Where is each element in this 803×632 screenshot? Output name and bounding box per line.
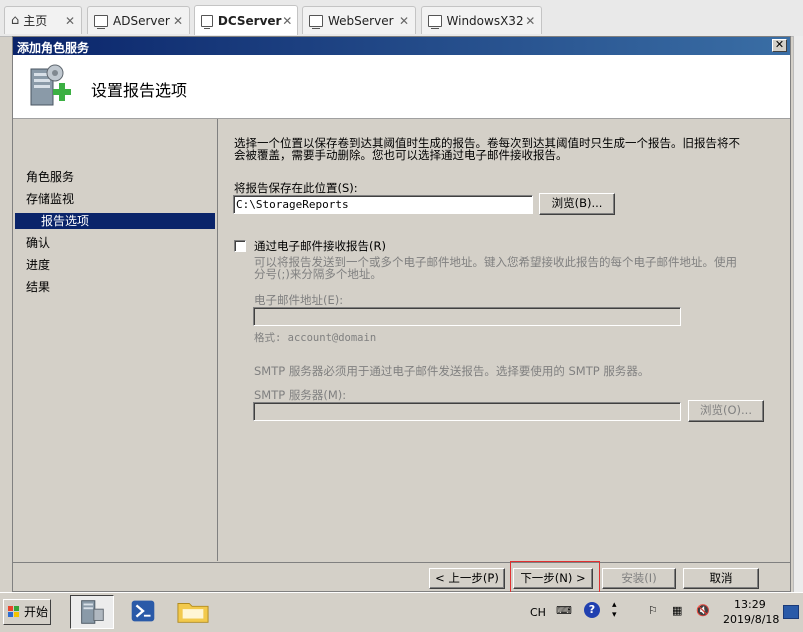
host-tab-dcserver[interactable]: DCServer ✕	[194, 5, 298, 35]
help-icon[interactable]: ?	[584, 602, 600, 618]
smtp-server-input[interactable]	[253, 402, 681, 421]
host-tab-windowsx32[interactable]: WindowsX32 ✕	[421, 6, 542, 34]
add-role-services-window: 添加角色服务 ✕ 设置报告选项 角色服务 存储监视 报告选项 确认 进度 结果 …	[12, 36, 791, 594]
start-button[interactable]: 开始	[3, 599, 51, 625]
nav-item-confirmation[interactable]: 确认	[26, 235, 50, 251]
email-address-input[interactable]	[253, 307, 681, 326]
network-icon[interactable]: ▦	[672, 604, 682, 617]
folder-icon	[177, 603, 209, 623]
wizard-content: 选择一个位置以保存卷到达其阈值时生成的报告。卷每次到达其阈值时只生成一个报告。旧…	[217, 119, 790, 561]
taskbar: 开始 CH ⌨ ? ▴ ▾ ⚐ ▦ 🔇 13:29 2019/8/18	[0, 592, 803, 632]
host-tab-webserver[interactable]: WebServer ✕	[302, 6, 416, 34]
taskbar-powershell[interactable]	[122, 595, 166, 629]
footer-divider	[13, 562, 790, 563]
host-tab-label: WindowsX32	[446, 13, 524, 28]
keyboard-icon[interactable]: ⌨	[556, 604, 572, 617]
powershell-icon	[131, 600, 155, 622]
start-label: 开始	[24, 605, 49, 619]
window-title-bar: 添加角色服务 ✕	[13, 37, 790, 55]
cancel-button[interactable]: 取消	[683, 568, 759, 589]
close-icon[interactable]: ✕	[524, 14, 537, 28]
clock-time: 13:29	[734, 598, 766, 611]
close-icon[interactable]: ✕	[281, 14, 293, 28]
vm-icon	[94, 14, 108, 29]
host-tab-label: 主页	[23, 14, 48, 28]
close-icon[interactable]: ✕	[63, 14, 77, 28]
host-tab-label: WebServer	[328, 13, 394, 28]
save-location-label: 将报告保存在此位置(S):	[234, 181, 358, 195]
nav-item-report-options[interactable]: 报告选项	[15, 213, 215, 229]
host-tab-home[interactable]: ⌂ 主页 ✕	[4, 6, 82, 34]
system-tray: CH ⌨ ? ▴ ▾ ⚐ ▦ 🔇 13:29 2019/8/18	[522, 596, 803, 629]
vm-icon	[201, 14, 213, 29]
ime-indicator[interactable]: CH	[530, 606, 546, 619]
save-location-input[interactable]: C:\StorageReports	[233, 195, 533, 214]
close-icon[interactable]: ✕	[171, 14, 185, 28]
show-desktop-icon[interactable]	[783, 605, 799, 619]
wizard-header: 设置报告选项	[13, 55, 790, 119]
window-title: 添加角色服务	[17, 41, 90, 55]
nav-item-storage-monitoring[interactable]: 存储监视	[26, 191, 74, 207]
host-tab-bar: ⌂ 主页 ✕ ADServer ✕ DCServer ✕ WebServer ✕…	[0, 0, 803, 37]
wizard-nav: 角色服务 存储监视 报告选项 确认 进度 结果	[13, 119, 215, 562]
description-text: 选择一个位置以保存卷到达其阈值时生成的报告。卷每次到达其阈值时只生成一个报告。旧…	[234, 136, 740, 162]
close-icon[interactable]: ✕	[397, 14, 411, 28]
smtp-help-text: SMTP 服务器必须用于通过电子邮件发送报告。选择要使用的 SMTP 服务器。	[254, 364, 650, 378]
nav-item-role-services[interactable]: 角色服务	[26, 169, 74, 185]
server-manager-icon	[81, 600, 104, 624]
flag-icon[interactable]: ⚐	[648, 604, 658, 617]
install-button[interactable]: 安装(I)	[602, 568, 676, 589]
email-help-text: 可以将报告发送到一个或多个电子邮件地址。键入您希望接收此报告的每个电子邮件地址。…	[254, 255, 737, 281]
smtp-browse-button[interactable]: 浏览(O)...	[688, 400, 764, 422]
vm-icon	[428, 14, 442, 29]
volume-muted-icon[interactable]: 🔇	[696, 604, 710, 617]
tray-expand-icon[interactable]: ▴ ▾	[612, 600, 617, 620]
smtp-server-label: SMTP 服务器(M):	[254, 388, 347, 402]
page-title: 设置报告选项	[91, 81, 188, 100]
window-close-button[interactable]: ✕	[772, 39, 787, 52]
host-tab-adserver[interactable]: ADServer ✕	[87, 6, 190, 34]
server-role-icon	[30, 64, 71, 106]
email-address-label: 电子邮件地址(E):	[254, 293, 344, 307]
email-format-hint: 格式: account@domain	[254, 332, 377, 344]
highlight-box	[510, 561, 600, 594]
host-tab-label: ADServer	[113, 13, 170, 28]
taskbar-server-manager[interactable]	[70, 595, 114, 629]
nav-item-progress[interactable]: 进度	[26, 257, 50, 273]
taskbar-explorer[interactable]	[172, 595, 216, 629]
browse-button[interactable]: 浏览(B)...	[539, 193, 615, 215]
home-icon: ⌂	[11, 13, 20, 28]
back-button[interactable]: < 上一步(P)	[429, 568, 505, 589]
clock-date: 2019/8/18	[723, 613, 780, 626]
windows-flag-icon	[8, 606, 19, 617]
host-tab-label: DCServer	[217, 13, 282, 28]
email-report-checkbox-label[interactable]: 通过电子邮件接收报告(R)	[254, 238, 386, 254]
vm-icon	[309, 14, 323, 29]
nav-item-results[interactable]: 结果	[26, 279, 50, 295]
email-report-checkbox[interactable]	[234, 240, 246, 252]
host-scrollbar[interactable]	[793, 36, 803, 592]
